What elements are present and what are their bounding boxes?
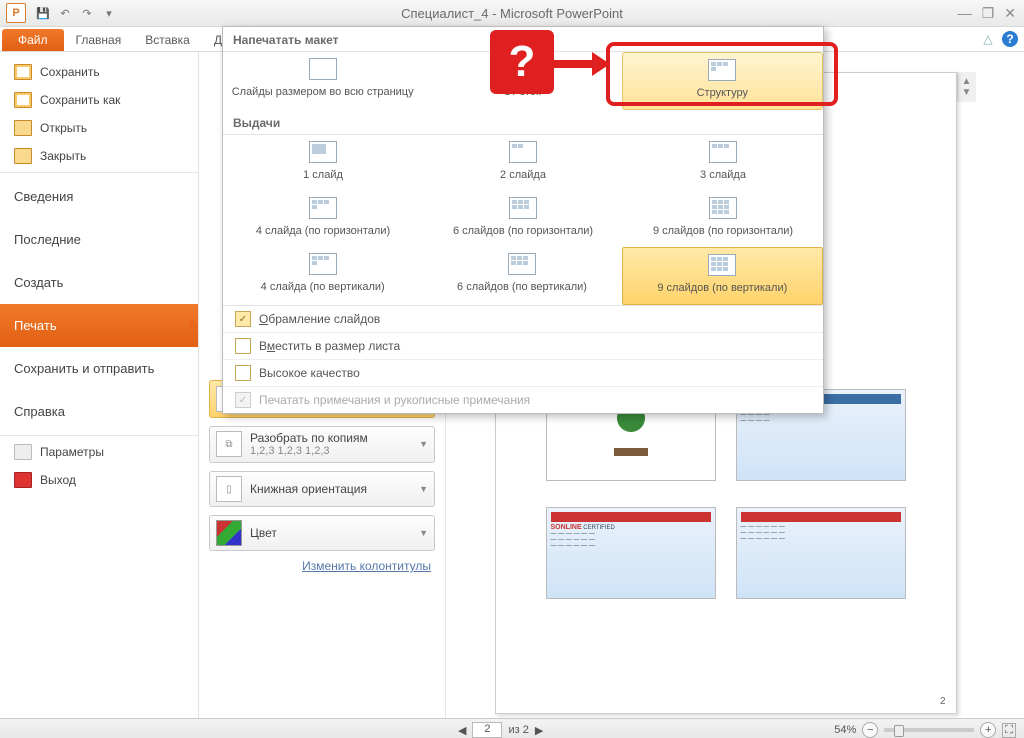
sidebar-options[interactable]: Параметры xyxy=(0,438,198,466)
quick-access-toolbar: 💾 ↶ ↷ ▾ xyxy=(34,4,118,22)
close-button[interactable]: ✕ xyxy=(1004,5,1016,22)
checkbox-icon xyxy=(235,338,251,354)
handout-3[interactable]: 3 слайда xyxy=(623,135,823,191)
scroll-up-icon[interactable]: ▲ xyxy=(962,76,972,87)
sidebar-open[interactable]: Открыть xyxy=(0,114,198,142)
fit-page-button[interactable]: ⛶ xyxy=(1002,723,1016,738)
help-icon[interactable]: ? xyxy=(1002,31,1018,47)
check-high-quality[interactable]: Высокое качество xyxy=(223,359,823,386)
sidebar-help[interactable]: Справка xyxy=(0,390,198,433)
annotation-question: ? xyxy=(490,30,554,94)
saveas-icon xyxy=(14,92,32,108)
portrait-icon: ▯ xyxy=(216,476,242,502)
handout-2[interactable]: 2 слайда xyxy=(423,135,623,191)
restore-button[interactable]: ❐ xyxy=(982,5,995,22)
prev-page-button[interactable]: ◀ xyxy=(458,724,466,737)
page-number: 2 xyxy=(940,696,946,707)
color-icon xyxy=(216,520,242,546)
check-print-comments: ✓Печатать примечания и рукописные примеч… xyxy=(223,386,823,413)
save-icon xyxy=(14,64,32,80)
orientation-dropdown[interactable]: ▯ Книжная ориентация ▼ xyxy=(209,471,435,507)
handout-9h[interactable]: 9 слайдов (по горизонтали) xyxy=(623,191,823,247)
qat-dropdown-icon[interactable]: ▾ xyxy=(100,4,118,22)
page-nav: ◀ 2 из 2 ▶ xyxy=(458,722,543,738)
undo-icon[interactable]: ↶ xyxy=(56,4,74,22)
window-buttons: — ❐ ✕ xyxy=(958,5,1016,22)
gallery-header-handouts: Выдачи xyxy=(223,110,823,135)
next-page-button[interactable]: ▶ xyxy=(535,724,543,737)
sidebar-new[interactable]: Создать xyxy=(0,261,198,304)
chevron-down-icon: ▼ xyxy=(419,528,428,538)
handout-6h[interactable]: 6 слайдов (по горизонтали) xyxy=(423,191,623,247)
handout-6v[interactable]: 6 слайдов (по вертикали) xyxy=(422,247,621,305)
tab-home[interactable]: Главная xyxy=(64,29,134,51)
chevron-down-icon: ▼ xyxy=(419,484,428,494)
scroll-down-icon[interactable]: ▼ xyxy=(962,87,972,98)
folder-close-icon xyxy=(14,148,32,164)
options-icon xyxy=(14,444,32,460)
zoom-controls: 54% − + ⛶ xyxy=(834,722,1016,738)
checkbox-icon xyxy=(235,365,251,381)
collate-icon: ⧉ xyxy=(216,431,242,457)
handout-9v[interactable]: 9 слайдов (по вертикали) xyxy=(622,247,823,305)
sidebar-close[interactable]: Закрыть xyxy=(0,142,198,170)
minimize-ribbon-icon[interactable]: △ xyxy=(980,31,996,47)
sidebar-save-as[interactable]: Сохранить как xyxy=(0,86,198,114)
title-bar: P 💾 ↶ ↷ ▾ Специалист_4 - Microsoft Power… xyxy=(0,0,1024,27)
handout-1[interactable]: 1 слайд xyxy=(223,135,423,191)
redo-icon[interactable]: ↷ xyxy=(78,4,96,22)
folder-open-icon xyxy=(14,120,32,136)
sidebar-info[interactable]: Сведения xyxy=(0,175,198,218)
zoom-value: 54% xyxy=(834,724,856,736)
check-scale-to-fit[interactable]: Вместить в размер листа xyxy=(223,332,823,359)
layout-full-page[interactable]: Слайды размером во всю страницу xyxy=(223,52,422,110)
preview-scrollbar[interactable]: ▲▼ xyxy=(957,72,976,102)
layout-outline[interactable]: Структуру xyxy=(622,52,823,110)
check-frame-slides[interactable]: ✓Обрамление слайдов xyxy=(223,305,823,332)
color-dropdown[interactable]: Цвет ▼ xyxy=(209,515,435,551)
backstage-sidebar: Сохранить Сохранить как Открыть Закрыть … xyxy=(0,52,199,718)
page-of-label: из 2 xyxy=(508,724,528,736)
zoom-slider[interactable] xyxy=(884,728,974,732)
slide-thumb: — — — — — —— — — — — —— — — — — — xyxy=(736,507,906,599)
checkbox-icon: ✓ xyxy=(235,392,251,408)
tab-file[interactable]: Файл xyxy=(2,29,64,51)
sidebar-send[interactable]: Сохранить и отправить xyxy=(0,347,198,390)
collate-dropdown[interactable]: ⧉ Разобрать по копиям1,2,3 1,2,3 1,2,3 ▼ xyxy=(209,426,435,464)
window-title: Специалист_4 - Microsoft PowerPoint xyxy=(0,6,1024,21)
app-icon: P xyxy=(6,3,26,23)
sidebar-print[interactable]: Печать xyxy=(0,304,198,347)
handout-4v[interactable]: 4 слайда (по вертикали) xyxy=(223,247,422,305)
handout-4h[interactable]: 4 слайда (по горизонтали) xyxy=(223,191,423,247)
checkbox-icon: ✓ xyxy=(235,311,251,327)
minimize-button[interactable]: — xyxy=(958,5,972,22)
chevron-down-icon: ▼ xyxy=(419,439,428,449)
exit-icon xyxy=(14,472,32,488)
annotation-arrow xyxy=(554,54,614,74)
zoom-in-button[interactable]: + xyxy=(980,722,996,738)
zoom-out-button[interactable]: − xyxy=(862,722,878,738)
tab-insert[interactable]: Вставка xyxy=(133,29,202,51)
save-icon[interactable]: 💾 xyxy=(34,4,52,22)
sidebar-recent[interactable]: Последние xyxy=(0,218,198,261)
sidebar-save[interactable]: Сохранить xyxy=(0,58,198,86)
slide-thumb: SONLINE CERTIFIED— — — — — —— — — — — ——… xyxy=(546,507,716,599)
status-bar: ◀ 2 из 2 ▶ 54% − + ⛶ xyxy=(0,718,1024,738)
edit-header-footer-link[interactable]: Изменить колонтитулы xyxy=(199,559,431,573)
sidebar-exit[interactable]: Выход xyxy=(0,466,198,494)
page-input[interactable]: 2 xyxy=(472,722,502,738)
